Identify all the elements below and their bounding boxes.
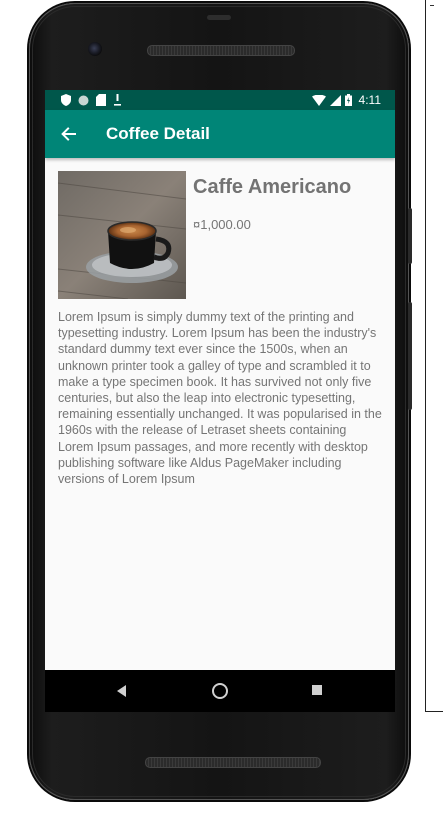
front-camera — [88, 42, 102, 56]
device-screen: 4:11 Coffee Detail Caffe Americano ¤1,00… — [45, 90, 395, 670]
sd-card-icon — [96, 94, 106, 106]
status-system-icons: 4:11 — [311, 93, 381, 107]
wifi-icon — [311, 94, 326, 106]
download-icon — [114, 94, 121, 106]
power-button — [408, 208, 412, 264]
panel-tick-mark — [430, 5, 434, 6]
volume-button — [408, 302, 412, 410]
battery-icon — [344, 94, 352, 106]
top-speaker-grille — [147, 45, 295, 56]
navigation-bar — [45, 670, 395, 712]
home-circle-icon[interactable] — [212, 683, 228, 699]
status-bar: 4:11 — [45, 90, 395, 110]
status-time: 4:11 — [358, 93, 381, 107]
product-price: ¤1,000.00 — [193, 217, 251, 232]
right-panel-frame — [425, 0, 443, 712]
product-name: Caffe Americano — [193, 176, 352, 198]
back-triangle-icon[interactable] — [117, 685, 126, 697]
circle-icon — [78, 95, 89, 105]
coffee-cup-image — [58, 171, 186, 299]
status-notification-icons — [61, 93, 122, 107]
earpiece-slot — [207, 15, 231, 20]
shield-icon — [61, 94, 71, 106]
signal-icon — [329, 94, 341, 106]
arrow-back-icon[interactable] — [59, 124, 79, 144]
bottom-speaker-grille — [145, 757, 321, 768]
page-title: Coffee Detail — [106, 124, 210, 143]
product-description: Lorem Ipsum is simply dummy text of the … — [58, 310, 382, 487]
recents-square-icon[interactable] — [312, 685, 322, 695]
app-bar: Coffee Detail — [45, 110, 395, 158]
